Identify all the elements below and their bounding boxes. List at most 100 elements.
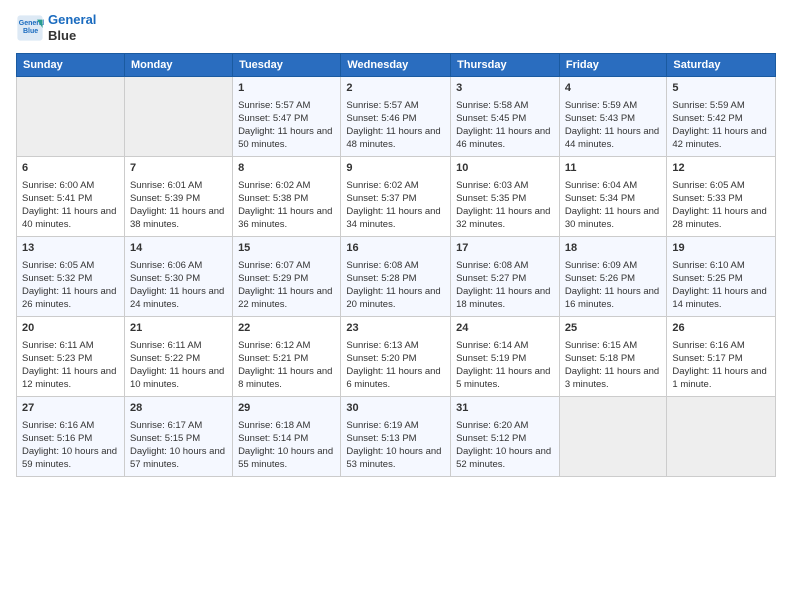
day-number: 9: [346, 161, 445, 176]
day-content: Sunset: 5:20 PM: [346, 352, 445, 365]
day-content: Sunset: 5:18 PM: [565, 352, 662, 365]
calendar-cell: 21Sunrise: 6:11 AMSunset: 5:22 PMDayligh…: [124, 317, 232, 397]
calendar-cell: 31Sunrise: 6:20 AMSunset: 5:12 PMDayligh…: [451, 397, 560, 477]
calendar-week-3: 13Sunrise: 6:05 AMSunset: 5:32 PMDayligh…: [17, 237, 776, 317]
day-content: Daylight: 11 hours and 42 minutes.: [672, 125, 770, 152]
day-content: Sunrise: 6:16 AM: [672, 339, 770, 352]
day-content: Sunset: 5:34 PM: [565, 192, 662, 205]
day-number: 14: [130, 241, 227, 256]
day-content: Sunrise: 6:02 AM: [238, 179, 335, 192]
day-content: Sunrise: 6:08 AM: [346, 259, 445, 272]
day-content: Sunset: 5:45 PM: [456, 112, 554, 125]
day-content: Daylight: 10 hours and 53 minutes.: [346, 445, 445, 472]
day-content: Daylight: 11 hours and 6 minutes.: [346, 365, 445, 392]
calendar-week-5: 27Sunrise: 6:16 AMSunset: 5:16 PMDayligh…: [17, 397, 776, 477]
day-content: Daylight: 11 hours and 16 minutes.: [565, 285, 662, 312]
day-content: Sunset: 5:17 PM: [672, 352, 770, 365]
day-content: Sunset: 5:39 PM: [130, 192, 227, 205]
day-content: Daylight: 11 hours and 20 minutes.: [346, 285, 445, 312]
day-content: Sunset: 5:27 PM: [456, 272, 554, 285]
day-content: Sunset: 5:16 PM: [22, 432, 119, 445]
calendar-cell: 16Sunrise: 6:08 AMSunset: 5:28 PMDayligh…: [341, 237, 451, 317]
calendar-week-4: 20Sunrise: 6:11 AMSunset: 5:23 PMDayligh…: [17, 317, 776, 397]
day-number: 31: [456, 401, 554, 416]
weekday-header-saturday: Saturday: [667, 54, 776, 77]
day-content: Daylight: 11 hours and 30 minutes.: [565, 205, 662, 232]
day-content: Daylight: 11 hours and 5 minutes.: [456, 365, 554, 392]
calendar-cell: 11 Sunrise: 6:04 AMSunset: 5:34 PMDayligh…: [559, 157, 667, 237]
day-content: Daylight: 11 hours and 34 minutes.: [346, 205, 445, 232]
day-number: 25: [565, 321, 662, 336]
day-content: Sunrise: 6:04 AM: [565, 179, 662, 192]
calendar-cell: 20Sunrise: 6:11 AMSunset: 5:23 PMDayligh…: [17, 317, 125, 397]
day-content: Daylight: 11 hours and 26 minutes.: [22, 285, 119, 312]
day-number: 6: [22, 161, 119, 176]
calendar-cell: [124, 77, 232, 157]
calendar-cell: 19Sunrise: 6:10 AMSunset: 5:25 PMDayligh…: [667, 237, 776, 317]
calendar-week-1: 1Sunrise: 5:57 AMSunset: 5:47 PMDaylight…: [17, 77, 776, 157]
day-content: Sunset: 5:22 PM: [130, 352, 227, 365]
day-content: Daylight: 11 hours and 28 minutes.: [672, 205, 770, 232]
day-content: Sunrise: 6:11 AM: [22, 339, 119, 352]
day-content: Daylight: 11 hours and 50 minutes.: [238, 125, 335, 152]
day-number: 2: [346, 81, 445, 96]
calendar-cell: 5Sunrise: 5:59 AMSunset: 5:42 PMDaylight…: [667, 77, 776, 157]
day-number: 24: [456, 321, 554, 336]
day-number: 29: [238, 401, 335, 416]
day-content: Sunrise: 6:14 AM: [456, 339, 554, 352]
calendar-cell: 9Sunrise: 6:02 AMSunset: 5:37 PMDaylight…: [341, 157, 451, 237]
calendar-cell: 12Sunrise: 6:05 AMSunset: 5:33 PMDayligh…: [667, 157, 776, 237]
logo-icon: General Blue: [16, 14, 44, 42]
calendar-week-2: 6Sunrise: 6:00 AMSunset: 5:41 PMDaylight…: [17, 157, 776, 237]
day-content: Sunset: 5:43 PM: [565, 112, 662, 125]
day-content: Daylight: 11 hours and 12 minutes.: [22, 365, 119, 392]
day-number: 11: [565, 161, 662, 176]
day-content: Sunset: 5:46 PM: [346, 112, 445, 125]
calendar-cell: [667, 397, 776, 477]
calendar-cell: 6Sunrise: 6:00 AMSunset: 5:41 PMDaylight…: [17, 157, 125, 237]
logo: General Blue General Blue: [16, 12, 96, 43]
day-content: Sunrise: 6:15 AM: [565, 339, 662, 352]
day-content: Daylight: 11 hours and 10 minutes.: [130, 365, 227, 392]
day-content: Sunrise: 5:57 AM: [346, 99, 445, 112]
calendar-cell: 14Sunrise: 6:06 AMSunset: 5:30 PMDayligh…: [124, 237, 232, 317]
day-content: Daylight: 11 hours and 1 minute.: [672, 365, 770, 392]
day-content: Sunset: 5:41 PM: [22, 192, 119, 205]
day-content: Sunrise: 6:10 AM: [672, 259, 770, 272]
day-number: 4: [565, 81, 662, 96]
day-number: 23: [346, 321, 445, 336]
day-content: Sunset: 5:13 PM: [346, 432, 445, 445]
calendar-body: 1Sunrise: 5:57 AMSunset: 5:47 PMDaylight…: [17, 77, 776, 477]
page-container: General Blue General Blue SundayMondayTu…: [0, 0, 792, 485]
day-content: Daylight: 10 hours and 59 minutes.: [22, 445, 119, 472]
day-number: 26: [672, 321, 770, 336]
day-content: Sunset: 5:30 PM: [130, 272, 227, 285]
calendar-cell: [17, 77, 125, 157]
calendar-cell: 3Sunrise: 5:58 AMSunset: 5:45 PMDaylight…: [451, 77, 560, 157]
day-content: Sunset: 5:32 PM: [22, 272, 119, 285]
calendar-cell: 30Sunrise: 6:19 AMSunset: 5:13 PMDayligh…: [341, 397, 451, 477]
day-number: 30: [346, 401, 445, 416]
calendar-cell: 28Sunrise: 6:17 AMSunset: 5:15 PMDayligh…: [124, 397, 232, 477]
day-number: 18: [565, 241, 662, 256]
calendar-cell: 10Sunrise: 6:03 AMSunset: 5:35 PMDayligh…: [451, 157, 560, 237]
day-content: Sunrise: 5:59 AM: [672, 99, 770, 112]
calendar-cell: 26 Sunrise: 6:16 AMSunset: 5:17 PMDayligh…: [667, 317, 776, 397]
day-content: Sunset: 5:29 PM: [238, 272, 335, 285]
calendar-cell: 27Sunrise: 6:16 AMSunset: 5:16 PMDayligh…: [17, 397, 125, 477]
day-content: Sunrise: 6:02 AM: [346, 179, 445, 192]
calendar-cell: 25Sunrise: 6:15 AMSunset: 5:18 PMDayligh…: [559, 317, 667, 397]
day-content: Sunset: 5:12 PM: [456, 432, 554, 445]
day-content: Sunset: 5:21 PM: [238, 352, 335, 365]
calendar-cell: 17Sunrise: 6:08 AMSunset: 5:27 PMDayligh…: [451, 237, 560, 317]
calendar-cell: 7Sunrise: 6:01 AMSunset: 5:39 PMDaylight…: [124, 157, 232, 237]
day-number: 27: [22, 401, 119, 416]
day-content: Sunset: 5:35 PM: [456, 192, 554, 205]
weekday-header-tuesday: Tuesday: [233, 54, 341, 77]
calendar-cell: 22Sunrise: 6:12 AMSunset: 5:21 PMDayligh…: [233, 317, 341, 397]
day-content: Daylight: 10 hours and 52 minutes.: [456, 445, 554, 472]
day-content: Sunrise: 6:06 AM: [130, 259, 227, 272]
day-number: 8: [238, 161, 335, 176]
day-content: Daylight: 10 hours and 57 minutes.: [130, 445, 227, 472]
day-number: 3: [456, 81, 554, 96]
